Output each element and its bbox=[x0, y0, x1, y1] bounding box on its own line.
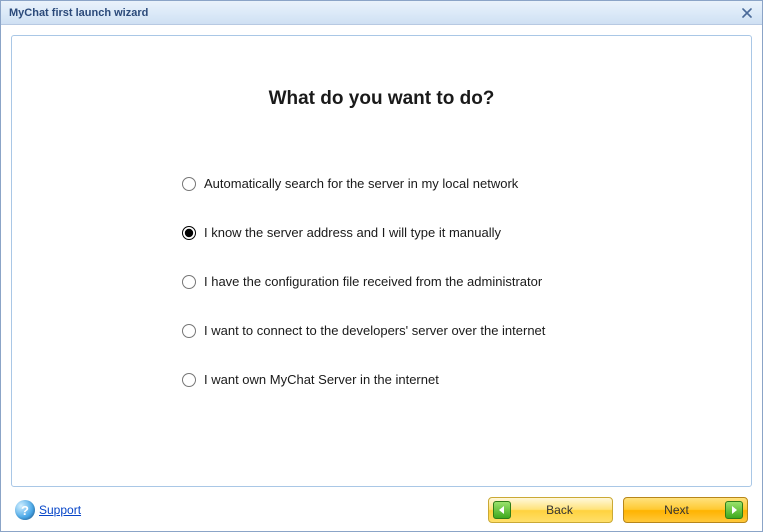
option-auto-search[interactable]: Automatically search for the server in m… bbox=[182, 176, 545, 191]
support-area: ? Support bbox=[15, 500, 81, 520]
option-label: Automatically search for the server in m… bbox=[204, 176, 518, 191]
radio-config-file[interactable] bbox=[182, 275, 196, 289]
arrow-left-icon bbox=[493, 501, 511, 519]
window-title: MyChat first launch wizard bbox=[9, 7, 738, 19]
close-button[interactable] bbox=[738, 4, 756, 22]
option-manual-address[interactable]: I know the server address and I will typ… bbox=[182, 225, 545, 240]
options-group: Automatically search for the server in m… bbox=[182, 176, 545, 421]
back-button[interactable]: Back bbox=[488, 497, 613, 523]
footer: ? Support Back Next bbox=[11, 487, 752, 527]
wizard-window: MyChat first launch wizard What do you w… bbox=[0, 0, 763, 532]
back-button-label: Back bbox=[511, 503, 608, 517]
option-own-server[interactable]: I want own MyChat Server in the internet bbox=[182, 372, 545, 387]
next-button[interactable]: Next bbox=[623, 497, 748, 523]
page-title: What do you want to do? bbox=[12, 88, 751, 110]
option-label: I want to connect to the developers' ser… bbox=[204, 323, 545, 338]
content-panel: What do you want to do? Automatically se… bbox=[11, 35, 752, 487]
radio-own-server[interactable] bbox=[182, 373, 196, 387]
arrow-right-icon bbox=[725, 501, 743, 519]
radio-auto-search[interactable] bbox=[182, 177, 196, 191]
option-config-file[interactable]: I have the configuration file received f… bbox=[182, 274, 545, 289]
option-label: I have the configuration file received f… bbox=[204, 274, 542, 289]
option-label: I know the server address and I will typ… bbox=[204, 225, 501, 240]
option-label: I want own MyChat Server in the internet bbox=[204, 372, 439, 387]
next-button-label: Next bbox=[628, 503, 725, 517]
support-link[interactable]: Support bbox=[39, 503, 81, 517]
radio-manual-address[interactable] bbox=[182, 226, 196, 240]
option-developers-server[interactable]: I want to connect to the developers' ser… bbox=[182, 323, 545, 338]
radio-developers-server[interactable] bbox=[182, 324, 196, 338]
body-area: What do you want to do? Automatically se… bbox=[1, 25, 762, 531]
titlebar: MyChat first launch wizard bbox=[1, 1, 762, 25]
close-icon bbox=[742, 5, 752, 21]
help-icon: ? bbox=[15, 500, 35, 520]
